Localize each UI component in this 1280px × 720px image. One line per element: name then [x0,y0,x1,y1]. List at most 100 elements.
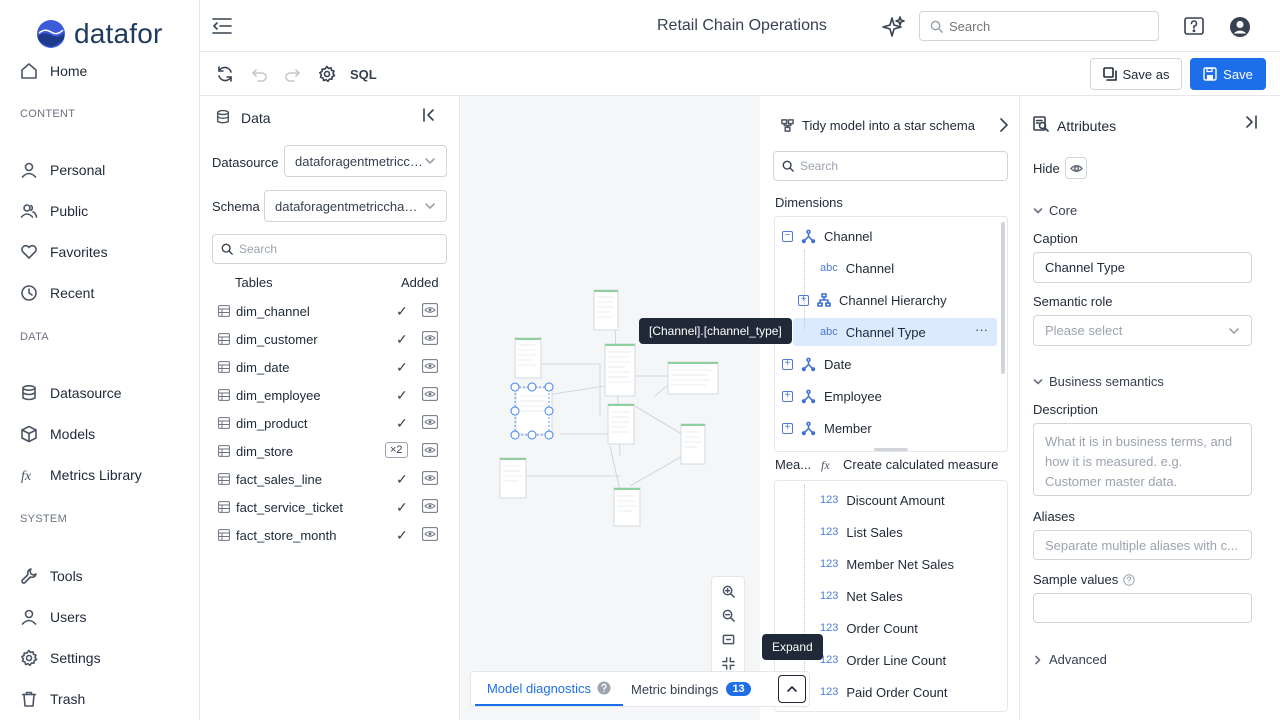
collapse-toggle-icon[interactable]: − [782,230,793,242]
brand-logo[interactable]: datafor [36,18,163,50]
dim-channel-type[interactable]: abc Channel Type [820,316,926,348]
dimensions-h-scrollbar[interactable] [874,448,908,451]
table-row[interactable]: dim_product ✓ [218,409,442,437]
measure-item[interactable]: 123 Order Count [820,612,918,644]
business-semantics-toggle[interactable]: Business semantics [1033,374,1164,389]
refresh-button[interactable] [216,65,234,83]
dim-channel[interactable]: − Channel [782,220,872,252]
tab-model-diagnostics[interactable]: Model diagnostics [475,672,623,706]
save-as-button[interactable]: Save as [1090,58,1182,90]
nav-tools[interactable]: Tools [20,561,83,591]
nav-models[interactable]: Models [20,419,95,449]
table-row[interactable]: dim_channel ✓ [218,297,442,325]
measure-item[interactable]: 123 Order Line Count [820,644,946,676]
datafor-logo-icon [37,20,65,48]
preview-icon[interactable] [422,387,438,401]
expand-toggle-icon[interactable]: + [782,390,793,402]
nav-home[interactable]: Home [20,56,87,86]
dimensions-scrollbar[interactable] [1001,222,1005,374]
schema-select[interactable]: dataforagentmetricchannel [264,190,447,222]
tidy-star-schema-link[interactable]: Tidy model into a star schema [802,118,975,133]
table-row[interactable]: fact_store_month ✓ [218,521,442,549]
sample-values-input[interactable] [1033,593,1252,623]
field-search[interactable]: Search [773,151,1008,181]
collapse-right-icon [1246,115,1257,129]
tab-metric-bindings[interactable]: Metric bindings 13 [631,672,751,706]
preview-icon[interactable] [422,527,438,541]
measure-item[interactable]: 123 List Sales [820,516,903,548]
table-row[interactable]: dim_employee ✓ [218,381,442,409]
table-icon [218,361,230,373]
dim-date[interactable]: + Date [782,348,851,380]
undo-button[interactable] [250,65,268,83]
dim-channel-hierarchy[interactable]: + Channel Hierarchy [798,284,947,316]
caption-input[interactable]: Channel Type [1033,252,1252,283]
tidy-star-schema-next[interactable] [998,118,1010,132]
sql-button[interactable]: SQL [350,67,377,82]
added-check: ✓ [396,358,408,375]
description-textarea[interactable]: What it is in business terms, and how it… [1033,423,1252,496]
help-button[interactable] [1183,16,1205,38]
table-row[interactable]: dim_customer ✓ [218,325,442,353]
table-row[interactable]: fact_sales_line ✓ [218,465,442,493]
attributes-icon [1033,116,1049,132]
aliases-input[interactable]: Separate multiple aliases with c... [1033,530,1252,560]
nav-trash[interactable]: Trash [20,684,85,714]
expand-toggle-icon[interactable]: + [782,358,793,370]
datasource-select[interactable]: dataforagentmetricchannel [284,145,447,177]
redo-button[interactable] [284,65,302,83]
advanced-section-toggle[interactable]: Advanced [1033,652,1107,667]
preview-icon[interactable] [422,331,438,345]
ai-assistant-button[interactable] [882,15,906,39]
dim-channel-attribute[interactable]: abc Channel [820,252,894,284]
measure-item[interactable]: 123 Paid Order Count [820,676,948,708]
row-more-button[interactable]: ··· [975,322,988,337]
numeric-type-icon: 123 [820,494,839,506]
dim-employee[interactable]: + Employee [782,380,882,412]
preview-icon[interactable] [422,359,438,373]
table-row[interactable]: dim_store ×2 [218,437,442,465]
collapse-data-panel-button[interactable] [422,108,436,122]
measure-item[interactable]: 123 Net Sales [820,580,903,612]
preview-icon[interactable] [422,415,438,429]
measure-item[interactable]: 123 Discount Amount [820,484,945,516]
collapse-sidebar-button[interactable] [211,16,233,36]
nav-recent[interactable]: Recent [20,278,94,308]
help-circle-icon[interactable] [1123,573,1135,586]
create-calculated-measure-button[interactable]: fx Create calculated measure [821,457,998,472]
save-button[interactable]: Save [1190,58,1266,90]
table-search[interactable]: Search [212,234,447,264]
nav-datasource[interactable]: Datasource [20,378,122,408]
global-search-input[interactable] [949,18,1149,34]
fit-view-button[interactable] [722,633,735,646]
nav-users[interactable]: Users [20,602,87,632]
expand-toggle-icon[interactable]: + [782,422,793,434]
dim-member[interactable]: + Member [782,412,872,444]
close-attributes-button[interactable] [1244,115,1258,129]
preview-icon[interactable] [422,303,438,317]
preview-icon[interactable] [422,471,438,485]
fullscreen-button[interactable] [722,657,735,670]
hide-toggle-button[interactable] [1065,157,1087,179]
preview-icon[interactable] [422,443,438,457]
semantic-role-select[interactable]: Please select [1033,315,1252,346]
table-row[interactable]: dim_date ✓ [218,353,442,381]
account-button[interactable] [1229,16,1251,38]
nav-personal[interactable]: Personal [20,155,105,185]
global-search[interactable] [919,11,1159,41]
preview-icon[interactable] [422,499,438,513]
nav-settings[interactable]: Settings [20,643,101,673]
nav-public[interactable]: Public [20,196,88,226]
measure-label: List Sales [846,524,903,540]
gear-icon [319,65,336,83]
zoom-out-button[interactable] [722,609,735,622]
nav-favorites[interactable]: Favorites [20,237,108,267]
zoom-in-button[interactable] [722,585,735,598]
expand-toggle-icon[interactable]: + [798,294,809,306]
expand-button[interactable] [778,675,806,703]
table-row[interactable]: fact_service_ticket ✓ [218,493,442,521]
settings-button[interactable] [318,65,336,83]
core-section-toggle[interactable]: Core [1033,203,1077,218]
measure-item[interactable]: 123 Member Net Sales [820,548,954,580]
nav-metrics-library[interactable]: fx Metrics Library [20,460,142,490]
